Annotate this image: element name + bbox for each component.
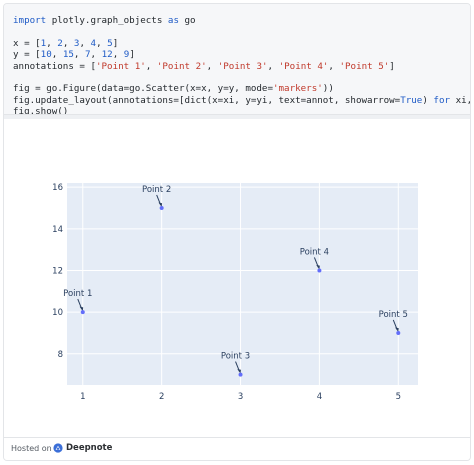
x-tick-label: 5 — [396, 392, 401, 402]
deepnote-logo-icon[interactable] — [53, 443, 63, 453]
hosted-on-text: Hosted on — [11, 444, 52, 453]
code-token: as — [167, 15, 179, 26]
code-line: fig = go.Figure(data=go.Scatter(x=x, y=y… — [13, 83, 470, 94]
annotation-label: Point 2 — [142, 185, 171, 195]
data-point — [238, 372, 243, 377]
code-line: y = [10, 15, 7, 12, 9] — [13, 49, 470, 60]
footer: Hosted on Deepnote — [4, 437, 470, 460]
annotation-label: Point 1 — [63, 289, 92, 299]
code-token: ] — [389, 60, 395, 72]
y-tick-label: 10 — [52, 308, 63, 318]
code-token: 'Point 1' — [95, 60, 146, 72]
code-token: go — [178, 15, 196, 26]
code-token: annotations = [ — [13, 60, 96, 72]
code-token: x = [ — [13, 37, 41, 49]
code-token: fig.update_layout(annotations=[dict(x=xi… — [13, 94, 401, 106]
code-token: , — [46, 37, 58, 49]
code-token: plotly.graph_objects — [46, 15, 168, 26]
data-point — [80, 310, 85, 315]
code-token: 10 — [40, 49, 52, 61]
code-token: , — [51, 49, 63, 61]
code-token: fig.show() — [13, 106, 69, 115]
annotation-label: Point 3 — [221, 352, 250, 362]
code-token: 'markers' — [272, 83, 323, 95]
x-tick-label: 1 — [80, 392, 85, 402]
code-token: 12 — [101, 49, 113, 61]
x-tick-label: 2 — [159, 392, 164, 402]
code-line: fig.show() — [13, 106, 470, 115]
code-token: for — [433, 94, 451, 106]
code-line: x = [1, 2, 3, 4, 5] — [13, 38, 470, 49]
data-point — [396, 330, 401, 335]
code-token: 15 — [62, 49, 74, 61]
data-point — [317, 268, 322, 273]
code-token: , — [145, 60, 157, 72]
y-tick-label: 12 — [52, 266, 63, 276]
deepnote-brand-link[interactable]: Deepnote — [66, 443, 112, 453]
code-line: fig.update_layout(annotations=[dict(x=xi… — [13, 95, 470, 106]
code-token: ] — [129, 49, 135, 61]
code-token: , — [112, 49, 124, 61]
scatter-chart[interactable]: 1 2 3 4 5810121416Point 1Point 2Point 3Point… — [4, 115, 470, 418]
code-token: True — [400, 94, 423, 106]
x-tick-label: 3 — [238, 392, 243, 402]
code-token: , — [62, 37, 74, 49]
y-tick-label: 8 — [58, 350, 63, 360]
code-token: , — [96, 37, 108, 49]
code-token: fig = go.Figure(data=go.Scatter(x=x, y=y… — [13, 83, 273, 95]
code-token: , — [90, 49, 102, 61]
code-token: import — [13, 15, 47, 26]
code-token: ) — [422, 94, 434, 106]
notebook-block: import plotly.graph_objects as go x = [1… — [3, 3, 471, 461]
annotation-label: Point 5 — [379, 310, 408, 320]
code-line: annotations = ['Point 1', 'Point 2', 'Po… — [13, 61, 470, 72]
code-cell[interactable]: import plotly.graph_objects as go x = [1… — [4, 4, 470, 115]
code-line — [13, 72, 470, 83]
code-token: 'Point 5' — [339, 60, 390, 72]
x-tick-label: 4 — [317, 392, 322, 402]
y-tick-label: 14 — [52, 225, 63, 235]
code-token: y = [ — [13, 49, 41, 61]
annotation-label: Point 4 — [300, 247, 329, 257]
code-token: )) — [322, 83, 334, 95]
code-token: , — [267, 60, 279, 72]
code-token: , — [328, 60, 340, 72]
data-point — [159, 205, 164, 210]
code-token: , — [79, 37, 91, 49]
code-token: 'Point 3' — [217, 60, 268, 72]
code-token: , — [206, 60, 218, 72]
code-line: import plotly.graph_objects as go — [13, 15, 470, 26]
y-tick-label: 16 — [52, 183, 63, 193]
code-token: , — [73, 49, 85, 61]
code-token: ] — [112, 37, 119, 49]
code-token: 'Point 2' — [156, 60, 207, 72]
cell-output: 1 2 3 4 5 8 10 12 14 16 Point 1 Point 2 Point 3 Point… — [4, 115, 470, 440]
code-editor[interactable]: import plotly.graph_objects as go x = [1… — [13, 15, 470, 115]
code-token: 'Point 4' — [278, 60, 329, 72]
code-token: xi, yi, annot — [455, 94, 470, 106]
code-line — [13, 26, 470, 37]
